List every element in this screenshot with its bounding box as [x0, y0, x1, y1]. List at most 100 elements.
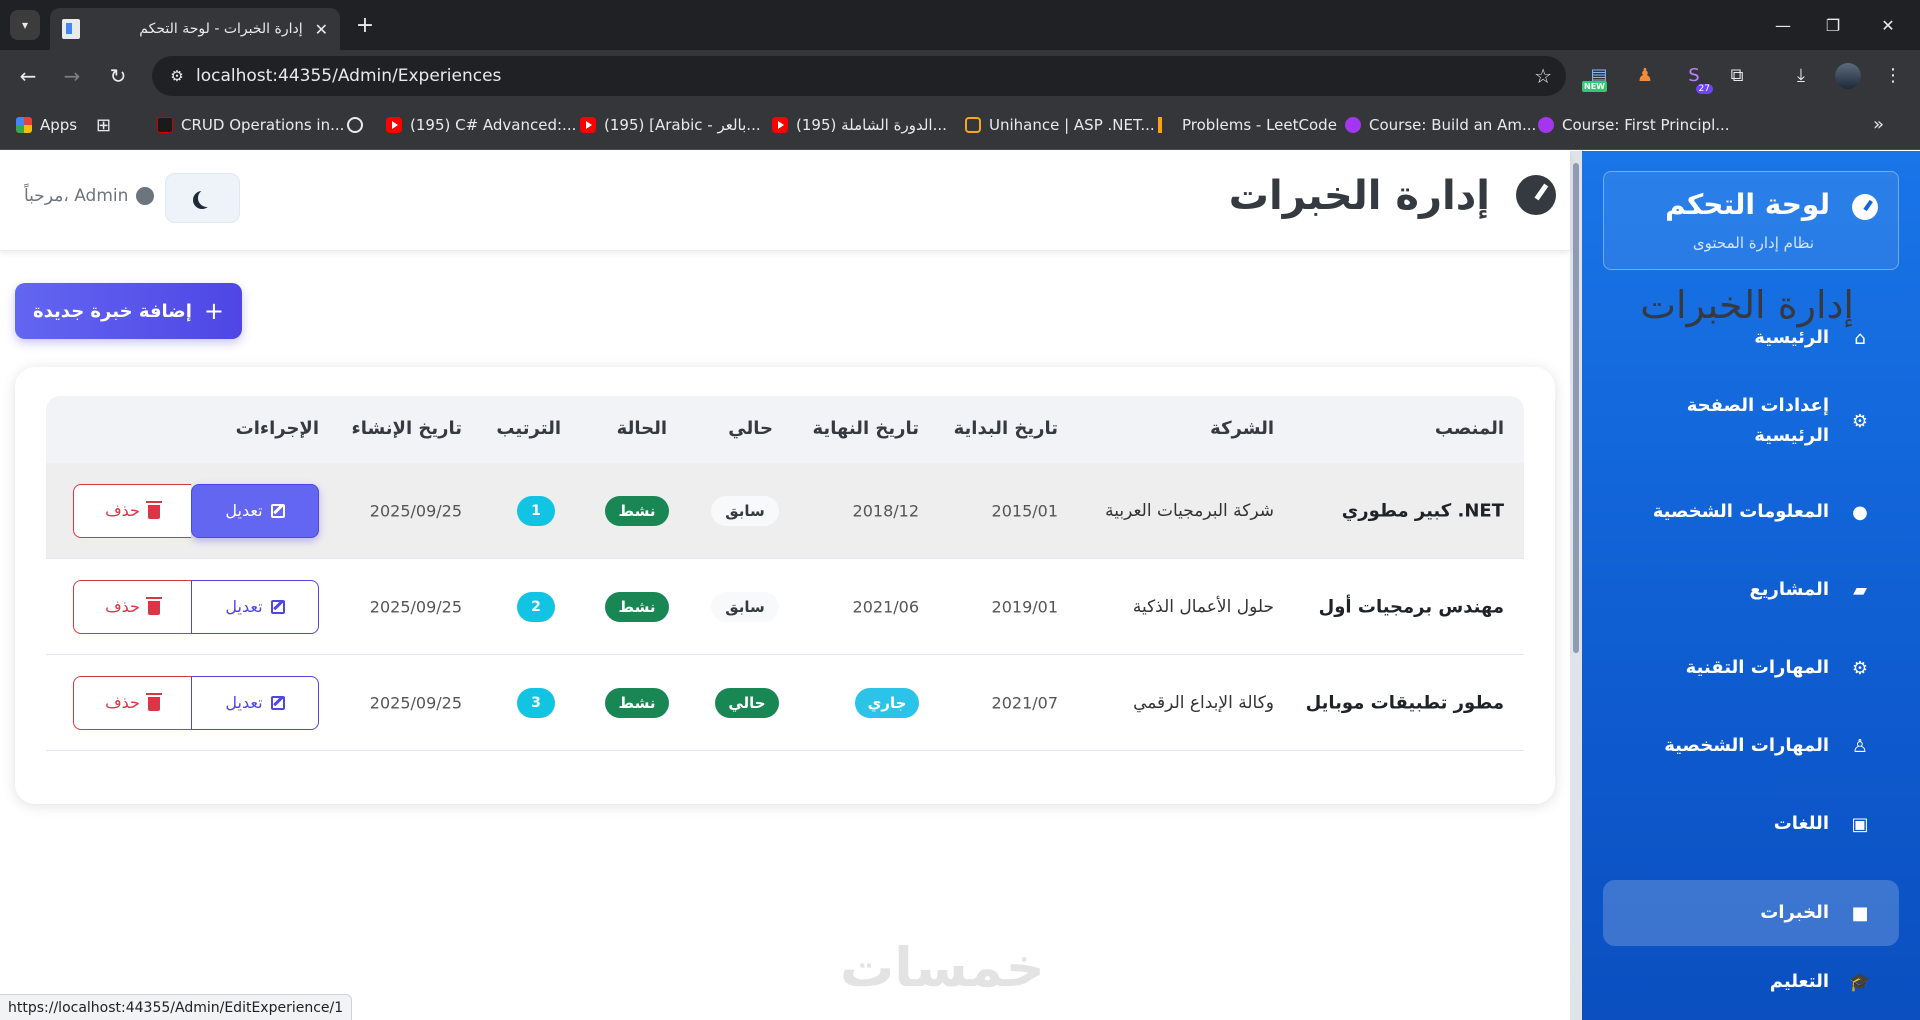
bookmark-apps[interactable]: Apps [16, 115, 77, 135]
theme-toggle-button[interactable] [165, 173, 240, 223]
scrollbar-thumb[interactable] [1573, 163, 1579, 653]
delete-button[interactable]: حذف [73, 579, 191, 634]
browser-tab-strip: ▾ إدارة الخبرات - لوحة التحكم ✕ + — ❐ ✕ [0, 0, 1920, 50]
brand-subtitle: نظام إدارة المحتوى [1692, 234, 1814, 252]
cell-position: مطور تطبيقات موبايل [1305, 692, 1504, 713]
address-url[interactable]: localhost:44355/Admin/Experiences [196, 66, 501, 86]
browser-tab[interactable]: إدارة الخبرات - لوحة التحكم ✕ [50, 8, 340, 50]
edit-button[interactable]: تعديل [191, 483, 319, 538]
browser-menu-icon[interactable]: ⋮ [1878, 60, 1908, 90]
cell-start: 2021/07 [991, 693, 1058, 712]
status-badge: نشط [605, 591, 669, 622]
back-arrow-icon[interactable]: ← [14, 62, 42, 90]
unihance-icon [965, 117, 981, 133]
sidebar-item-label: المشاريع [1749, 579, 1830, 600]
bookmark-globe[interactable] [347, 115, 371, 135]
edit-icon [270, 599, 285, 614]
tab-title: إدارة الخبرات - لوحة التحكم [139, 21, 303, 37]
udemy-icon [1345, 117, 1361, 133]
bookmark-crud[interactable]: CRUD Operations in... [157, 115, 344, 135]
site-info-icon[interactable]: ⚙ [166, 65, 188, 87]
table-row[interactable]: كبير مطوري .NET شركة البرمجيات العربية 2… [46, 463, 1524, 559]
bookmark-course-build[interactable]: Course: Build an Am... [1345, 115, 1536, 135]
column-created: تاريخ الإنشاء [351, 418, 463, 439]
crud-favicon [157, 117, 173, 133]
edit-icon [270, 695, 285, 710]
extensions-puzzle-icon[interactable]: ⧉ [1722, 60, 1752, 90]
extension-figure-icon[interactable]: ♟ [1630, 60, 1660, 90]
close-tab-icon[interactable]: ✕ [315, 20, 328, 39]
graduation-cap-icon: 🎓 [1848, 971, 1872, 993]
downloads-icon[interactable]: ⤓ [1786, 60, 1816, 90]
plus-icon: + [203, 297, 224, 325]
status-badge: نشط [605, 495, 669, 526]
order-badge: 3 [517, 687, 555, 718]
edit-button[interactable]: تعديل [191, 579, 319, 634]
globe-icon [347, 117, 363, 133]
sidebar-brand[interactable]: لوحة التحكم نظام إدارة المحتوى [1603, 171, 1899, 270]
sidebar-item-education[interactable]: التعليم 🎓 [1603, 949, 1899, 1015]
window-close-icon[interactable]: ✕ [1868, 10, 1908, 40]
new-tab-plus-icon[interactable]: + [352, 12, 378, 38]
gears-icon: ⚙ [1851, 657, 1869, 679]
cell-position: مهندس برمجيات أول [1318, 596, 1504, 617]
watermark-logo: خمسات [840, 936, 1045, 999]
bookmark-tab-groups-icon[interactable]: ⊞ [96, 115, 111, 136]
bookmark-unihance[interactable]: Unihance | ASP .NET... [965, 115, 1155, 135]
youtube-icon [580, 117, 596, 133]
sidebar-item-experiences[interactable]: الخبرات ■ [1603, 880, 1899, 946]
column-current: حالي [728, 418, 773, 439]
welcome-text: مرحباً، Admin [24, 186, 129, 206]
bookmark-comprehensive[interactable]: (195) الدورة الشاملة... [772, 115, 947, 135]
user-icon: ● [1852, 501, 1868, 523]
bookmarks-overflow-icon[interactable]: » [1873, 114, 1884, 135]
restore-icon[interactable]: ❐ [1813, 10, 1853, 40]
current-badge: سابق [711, 495, 779, 526]
address-bar[interactable]: ⚙ localhost:44355/Admin/Experiences ☆ [152, 56, 1566, 96]
sidebar-item-label: الخبرات [1760, 902, 1829, 923]
bookmark-arabic[interactable]: (195) [Arabic - بالعر... [580, 115, 761, 135]
cell-end: 2018/12 [852, 501, 919, 520]
bookmark-csharp-advanced[interactable]: (195) C# Advanced:... [386, 115, 576, 135]
forward-arrow-icon[interactable]: → [58, 62, 86, 90]
sidebar-item-soft-skills[interactable]: المهارات الشخصية ♙ [1603, 713, 1899, 779]
ongoing-badge: جاري [855, 687, 919, 718]
sidebar-item-languages[interactable]: اللغات ▣ [1603, 791, 1899, 857]
sidebar-item-label: اللغات [1773, 813, 1829, 834]
bookmark-course-first[interactable]: Course: First Principl... [1538, 115, 1730, 135]
apps-grid-icon [16, 117, 32, 133]
experiences-card: المنصب الشركة تاريخ البداية تاريخ النهاي… [15, 367, 1555, 804]
dashboard-gauge-icon [1852, 194, 1878, 220]
sidebar-item-tech-skills[interactable]: المهارات التقنية ⚙ [1603, 635, 1899, 701]
sidebar-item-homepage-settings[interactable]: إعدادات الصفحة الرئيسية ⚙ [1603, 376, 1899, 466]
table-row[interactable]: مطور تطبيقات موبايل وكالة الإبداع الرقمي… [46, 655, 1524, 751]
bookmarks-bar: Apps ⊞ CRUD Operations in... (195) C# Ad… [0, 100, 1920, 150]
top-header: إدارة الخبرات مرحباً، Admin [0, 151, 1570, 251]
cell-start: 2019/01 [991, 597, 1058, 616]
bookmark-star-icon[interactable]: ☆ [1534, 64, 1552, 88]
status-badge: نشط [605, 687, 669, 718]
add-experience-button[interactable]: إضافة خبرة جديدة + [15, 283, 242, 339]
delete-button[interactable]: حذف [73, 483, 191, 538]
cell-created: 2025/09/25 [369, 597, 462, 616]
extension-counter-icon[interactable]: S 27 [1679, 60, 1713, 94]
sidebar-scrollbar[interactable] [1570, 151, 1582, 1020]
sidebar-item-personal-info[interactable]: المعلومات الشخصية ● [1603, 479, 1899, 545]
sidebar-item-projects[interactable]: المشاريع ▰ [1603, 557, 1899, 623]
sidebar-item-label: المهارات الشخصية [1664, 735, 1829, 756]
delete-button[interactable]: حذف [73, 675, 191, 730]
table-row[interactable]: مهندس برمجيات أول حلول الأعمال الذكية 20… [46, 559, 1524, 655]
minimize-icon[interactable]: — [1763, 10, 1803, 40]
extension-new-icon[interactable]: ▤ NEW [1582, 60, 1614, 92]
column-order: الترتيب [496, 418, 561, 439]
sidebar-item-label: المهارات التقنية [1685, 657, 1829, 678]
column-start: تاريخ البداية [953, 418, 1058, 439]
profile-avatar[interactable] [1835, 63, 1861, 89]
column-end: تاريخ النهاية [812, 418, 919, 439]
cell-start: 2015/01 [991, 501, 1058, 520]
folder-icon: ▰ [1853, 579, 1867, 601]
bookmark-leetcode[interactable]: Problems - LeetCode [1158, 115, 1337, 135]
tab-search-chevron-icon[interactable]: ▾ [10, 10, 40, 40]
edit-button[interactable]: تعديل [191, 675, 319, 730]
reload-icon[interactable]: ↻ [104, 62, 132, 90]
